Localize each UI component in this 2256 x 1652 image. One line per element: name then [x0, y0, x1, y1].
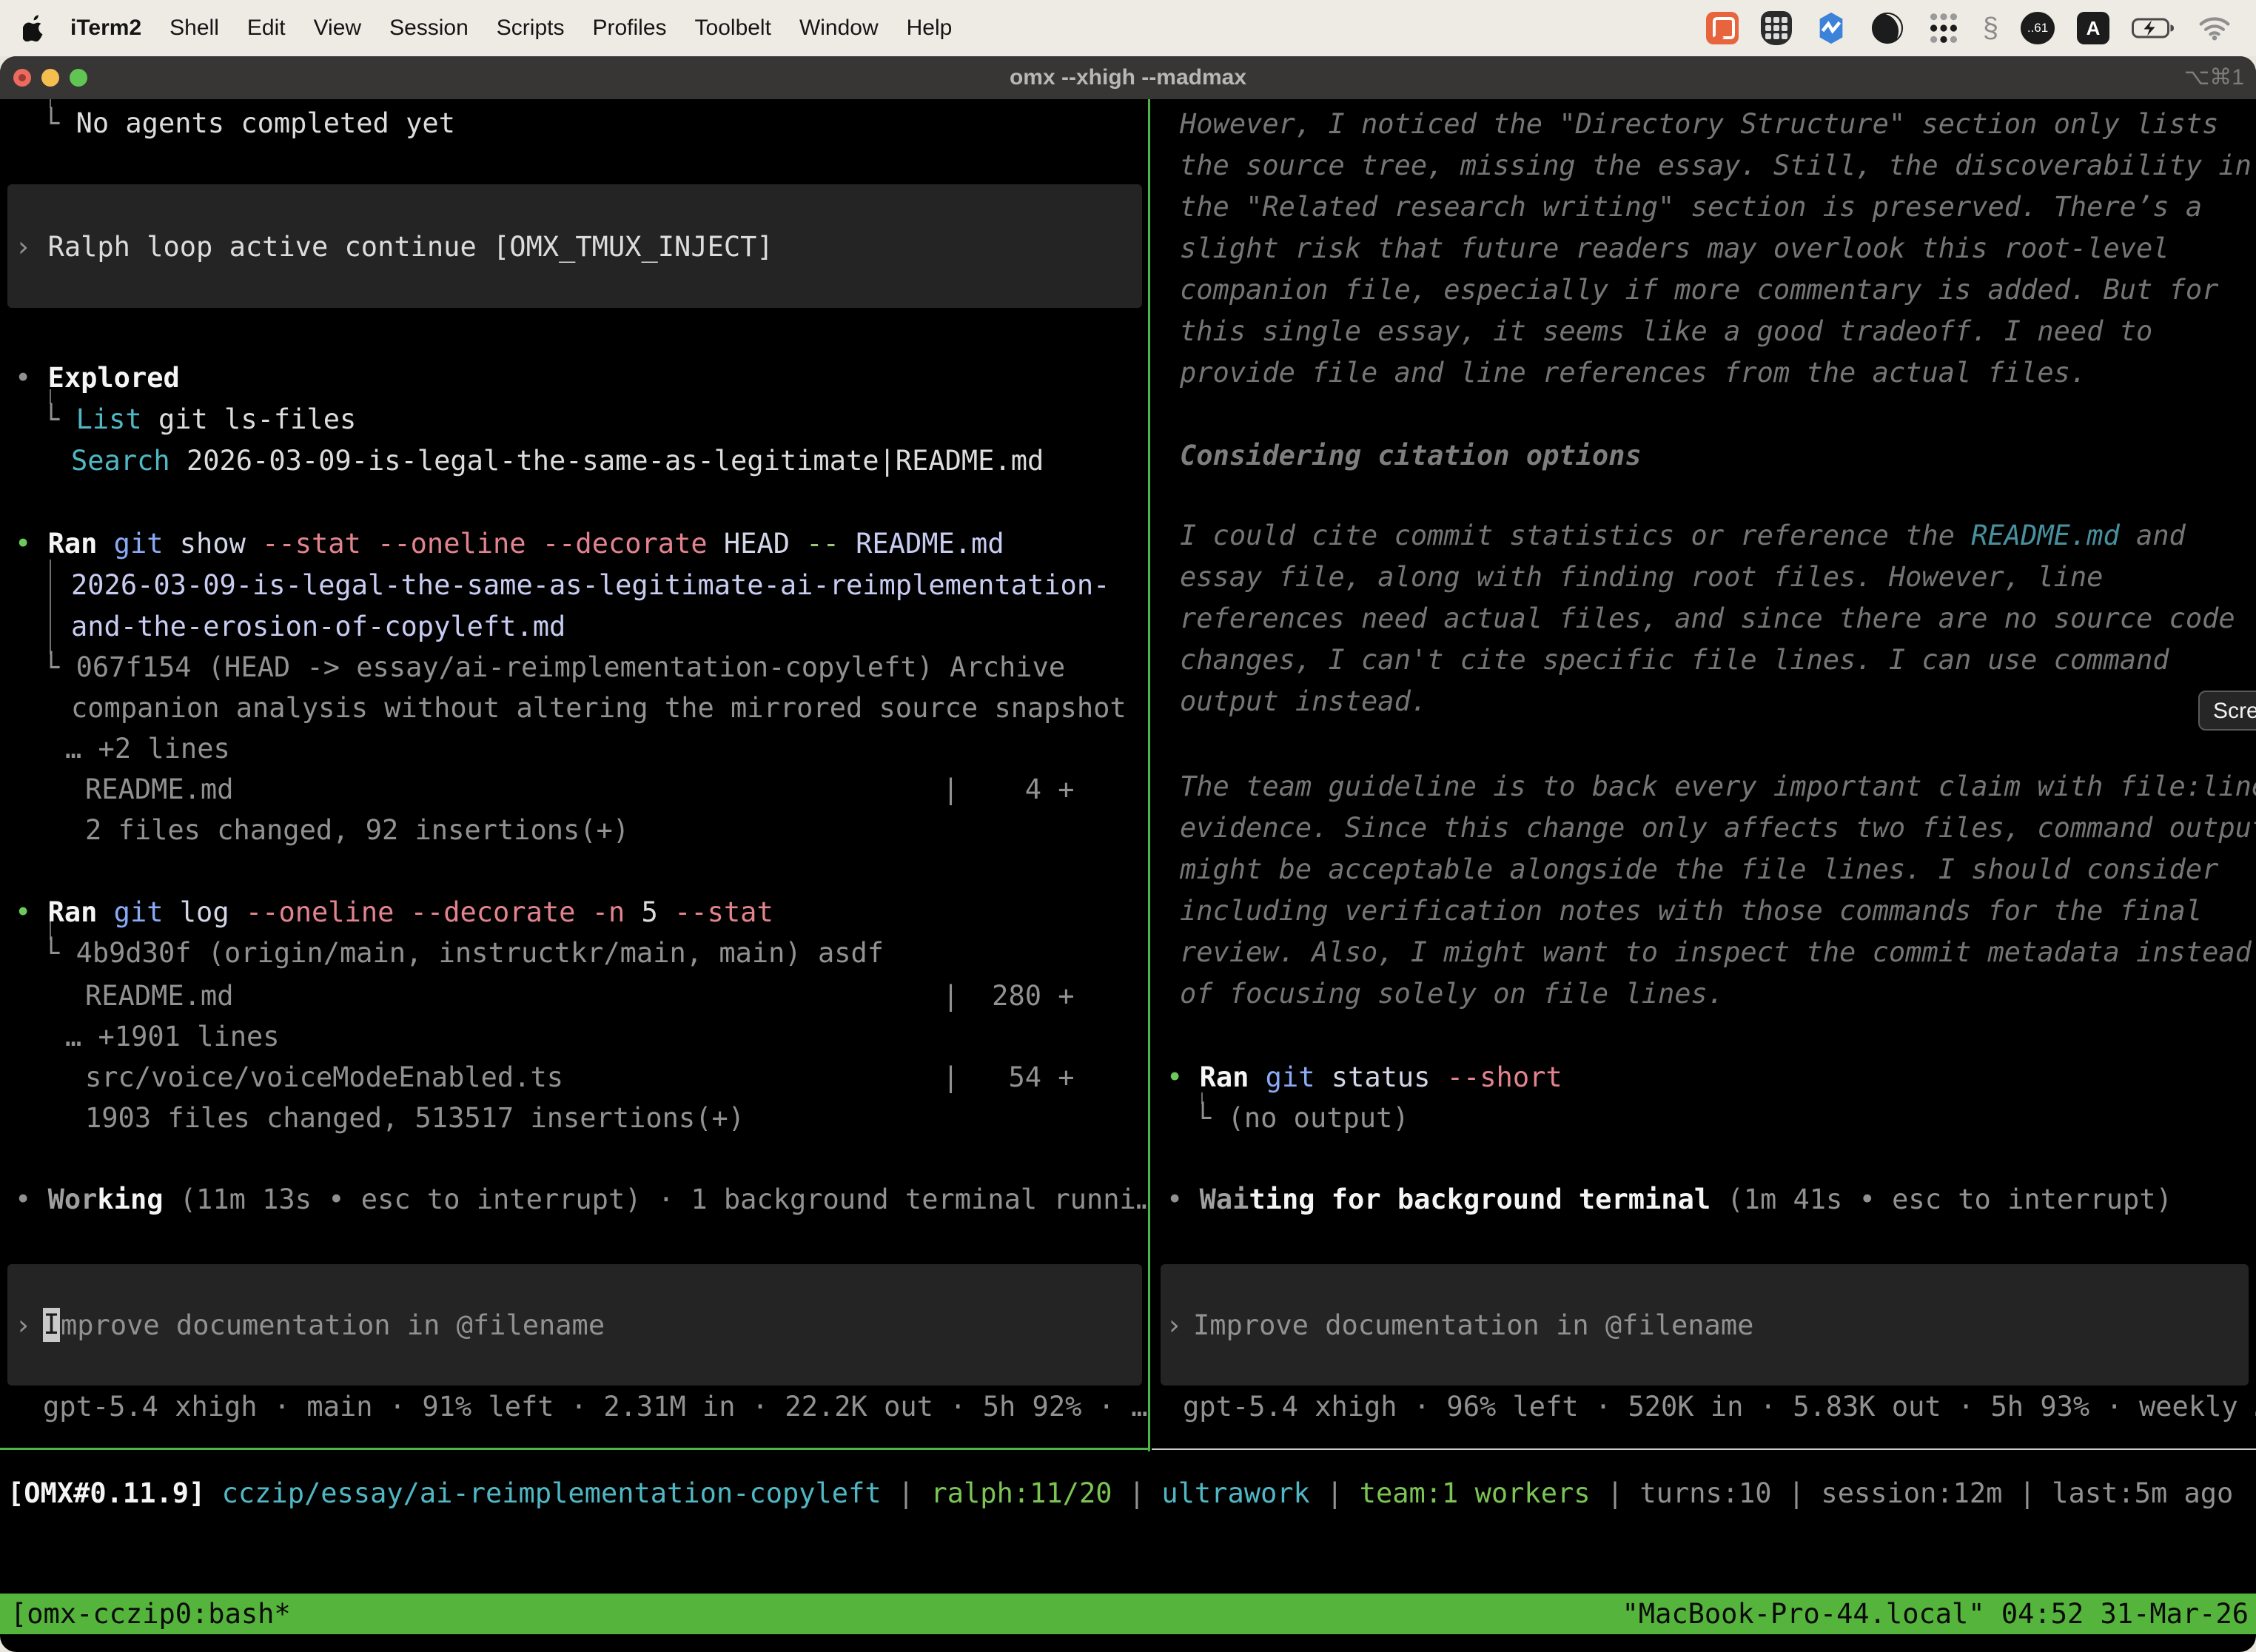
- text-cursor[interactable]: I: [43, 1308, 60, 1342]
- explored-list: └ List git ls-files: [43, 399, 356, 440]
- explored-search: Search 2026-03-09-is-legal-the-same-as-l…: [71, 440, 1044, 481]
- truncation-note: … +2 lines: [65, 728, 230, 769]
- menu-items: iTerm2ShellEditViewSessionScriptsProfile…: [56, 16, 966, 41]
- input-placeholder: Improve documentation in @filename: [1193, 1305, 1753, 1346]
- thinking-paragraph: essay file, along with finding root file…: [1180, 557, 2103, 597]
- diffstat-total: 1903 files changed, 513517 insertions(+): [85, 1098, 745, 1138]
- thinking-paragraph: the source tree, missing the essay. Stil…: [1180, 145, 2252, 186]
- thinking-paragraph: references need actual files, and since …: [1180, 598, 2235, 639]
- waiting-status: • Waiting for background terminal (1m 41…: [1166, 1179, 2172, 1220]
- messages-icon[interactable]: [1706, 12, 1739, 44]
- thinking-heading: Considering citation options: [1180, 435, 1642, 476]
- menu-item-toolbelt[interactable]: Toolbelt: [681, 16, 785, 40]
- menu-item-scripts[interactable]: Scripts: [483, 16, 579, 40]
- tree-connector: [50, 560, 51, 654]
- input-placeholder: mprove documentation in @filename: [61, 1305, 605, 1346]
- hook-icon[interactable]: §: [1983, 12, 1998, 44]
- thinking-paragraph: of focusing solely on file lines.: [1180, 973, 1724, 1014]
- thinking-paragraph: I could cite commit statistics or refere…: [1180, 515, 2186, 556]
- ran-git-status: • Ran git status --short: [1166, 1057, 1562, 1098]
- active-pane-border: [0, 1448, 1148, 1450]
- explored-header: • Explored: [15, 357, 180, 398]
- diffstat-row: README.md | 280 +: [85, 976, 1075, 1016]
- battery-icon[interactable]: [2132, 17, 2176, 39]
- percent-badge-icon[interactable]: ..61: [2021, 12, 2055, 44]
- thinking-paragraph: However, I noticed the "Directory Struct…: [1180, 104, 2218, 144]
- model-status-line: gpt-5.4 xhigh · main · 91% left · 2.31M …: [43, 1386, 1147, 1427]
- thinking-paragraph: the "Related research writing" section i…: [1180, 187, 2202, 227]
- menu-item-iterm2[interactable]: iTerm2: [56, 16, 155, 40]
- thinking-paragraph: review. Also, I might want to inspect th…: [1180, 932, 2252, 973]
- pane-divider[interactable]: [1148, 99, 1150, 1451]
- window-title-bar[interactable]: omx --xhigh --madmax ⌥⌘1: [0, 56, 2256, 99]
- menu-item-profiles[interactable]: Profiles: [578, 16, 680, 40]
- thinking-paragraph: evidence. Since this change only affects…: [1180, 807, 2256, 848]
- omx-status-line: [OMX#0.11.9] cczip/essay/ai-reimplementa…: [7, 1473, 2233, 1514]
- thinking-paragraph: including verification notes with those …: [1180, 890, 2202, 931]
- menu-item-shell[interactable]: Shell: [155, 16, 233, 40]
- thinking-paragraph: might be acceptable alongside the file l…: [1180, 849, 2218, 890]
- badge-61-label: ..61: [2021, 12, 2055, 44]
- tmux-host-clock: "MacBook-Pro-44.local" 04:52 31-Mar-26: [1622, 1594, 2249, 1634]
- commit-summary: └ 067f154 (HEAD -> essay/ai-reimplementa…: [43, 647, 1065, 688]
- input-prompt-chevron: ›: [15, 1305, 31, 1346]
- agents-status-line: └ No agents completed yet: [43, 103, 455, 144]
- window-shortcut-badge: ⌥⌘1: [2184, 56, 2244, 99]
- tmux-status-bar: [omx-cczip0:bash* "MacBook-Pro-44.local"…: [0, 1594, 2256, 1634]
- menu-bar: iTerm2ShellEditViewSessionScriptsProfile…: [0, 0, 2256, 56]
- iterm2-window: omx --xhigh --madmax ⌥⌘1 I └ No agents c…: [0, 56, 2256, 1652]
- thinking-paragraph: this single essay, it seems like a good …: [1180, 311, 2152, 352]
- terminal-pane-left[interactable]: I └ No agents completed yet › Ralph loop …: [0, 99, 1149, 1449]
- thinking-paragraph: changes, I can't cite specific file line…: [1180, 639, 2169, 680]
- thinking-paragraph: companion file, especially if more comme…: [1180, 269, 2218, 310]
- thinking-paragraph: provide file and line references from th…: [1180, 352, 2087, 393]
- menu-item-view[interactable]: View: [300, 16, 375, 40]
- diffstat-total: 2 files changed, 92 insertions(+): [85, 810, 629, 850]
- hex-badge-icon[interactable]: [1814, 11, 1848, 45]
- terminal-area: I └ No agents completed yet › Ralph loop …: [0, 99, 2256, 1449]
- menu-item-window[interactable]: Window: [785, 16, 893, 40]
- diffstat-row: src/voice/voiceModeEnabled.ts | 54 +: [85, 1057, 1075, 1098]
- keypad-shield-icon[interactable]: [1761, 11, 1792, 45]
- input-source-label: A: [2077, 12, 2109, 44]
- working-status: • Working (11m 13s • esc to interrupt) ·…: [15, 1179, 1149, 1220]
- pie-chart-icon[interactable]: [1870, 11, 1904, 45]
- screen-overlay-tooltip[interactable]: Scre: [2198, 691, 2256, 731]
- truncation-note: … +1901 lines: [65, 1016, 280, 1057]
- apple-menu-icon[interactable]: [19, 15, 49, 41]
- dots-grid-icon[interactable]: [1927, 11, 1961, 45]
- wifi-icon[interactable]: [2198, 16, 2231, 41]
- ran-git-show: • Ran git show --stat --oneline --decora…: [15, 523, 1004, 564]
- commit-file-line: and-the-erosion-of-copyleft.md: [71, 606, 565, 647]
- commit-summary: └ 4b9d30f (origin/main, instructkr/main,…: [43, 933, 884, 973]
- ran-git-log: • Ran git log --oneline --decorate -n 5 …: [15, 892, 773, 933]
- input-source-icon[interactable]: A: [2077, 12, 2109, 44]
- menu-item-help[interactable]: Help: [893, 16, 967, 40]
- thinking-paragraph: The team guideline is to back every impo…: [1180, 766, 2256, 807]
- window-title: omx --xhigh --madmax: [0, 56, 2256, 99]
- thinking-paragraph: slight risk that future readers may over…: [1180, 228, 2169, 269]
- menu-item-edit[interactable]: Edit: [233, 16, 300, 40]
- thinking-paragraph: output instead.: [1180, 681, 1427, 722]
- menu-item-session[interactable]: Session: [375, 16, 483, 40]
- commit-file-line: 2026-03-09-is-legal-the-same-as-legitima…: [71, 565, 1109, 605]
- model-status-line: gpt-5.4 xhigh · 96% left · 520K in · 5.8…: [1183, 1386, 2256, 1427]
- tmux-session-label: [omx-cczip0:bash*: [10, 1594, 291, 1634]
- terminal-pane-right[interactable]: Scre However, I noticed the "Directory S…: [1152, 99, 2256, 1449]
- ralph-loop-prompt: › Ralph loop active continue [OMX_TMUX_I…: [15, 226, 773, 267]
- menu-bar-left: iTerm2ShellEditViewSessionScriptsProfile…: [0, 15, 966, 41]
- menu-bar-status-icons: § ..61 A: [1706, 11, 2256, 45]
- diffstat-row: README.md | 4 +: [85, 769, 1075, 810]
- command-output: └ (no output): [1195, 1098, 1409, 1138]
- commit-summary: companion analysis without altering the …: [71, 688, 1127, 728]
- inactive-pane-border: [1152, 1448, 2256, 1450]
